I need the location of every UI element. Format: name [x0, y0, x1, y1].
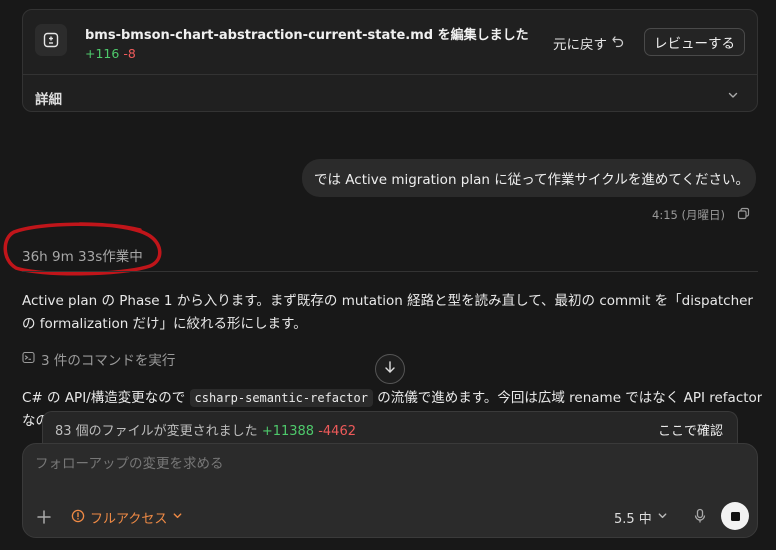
scroll-to-bottom-button[interactable]: [375, 354, 405, 384]
status-divider: [22, 271, 758, 272]
alert-circle-icon: [71, 509, 85, 527]
paragraph2-text-after: の流儀で進めます。今回は広域 rename ではなく API refactor: [372, 390, 762, 406]
undo-button[interactable]: 元に戻す: [553, 33, 625, 53]
changed-files-bar: 83 個のファイルが変更されました +11388 -4462 ここで確認: [42, 411, 738, 445]
edited-file-title[interactable]: bms-bmson-chart-abstraction-current-stat…: [85, 24, 529, 43]
details-toggle[interactable]: 詳細: [35, 88, 62, 108]
message-meta: 4:15 (月曜日): [652, 207, 750, 223]
access-mode-select[interactable]: フルアクセス: [71, 508, 183, 527]
terminal-icon: [22, 351, 35, 368]
chevron-down-icon: [657, 510, 668, 525]
working-status: 36h 9m 33s作業中: [22, 249, 143, 265]
total-deletions: -4462: [318, 424, 356, 439]
assistant-paragraph: Active plan の Phase 1 から入ります。まず既存の mutat…: [22, 293, 753, 332]
model-select[interactable]: 5.5 中: [614, 508, 668, 527]
edit-summary-header: bms-bmson-chart-abstraction-current-stat…: [23, 10, 757, 74]
card-divider: [23, 74, 757, 75]
changed-files-summary: 83 個のファイルが変更されました +11388 -4462: [55, 420, 356, 439]
model-label: 5.5 中: [614, 512, 652, 527]
edited-file-name: bms-bmson-chart-abstraction-current-stat…: [85, 28, 434, 43]
deletions-count: -8: [123, 46, 136, 61]
follow-up-input[interactable]: [35, 456, 735, 472]
diff-stat: +116 -8: [85, 46, 136, 61]
changed-files-count: 83 個のファイルが変更されました: [55, 424, 258, 439]
edit-action-suffix: を編集しました: [433, 28, 529, 43]
stop-icon: [730, 511, 740, 521]
access-mode-label: フルアクセス: [90, 512, 168, 527]
user-message-bubble: では Active migration plan に従って作業サイクルを進めてく…: [302, 159, 756, 197]
paragraph2-text: C# の API/構造変更なので: [22, 390, 190, 406]
commands-run-label: 3 件のコマンドを実行: [41, 353, 176, 369]
total-additions: +11388: [261, 424, 315, 439]
inline-code: csharp-semantic-refactor: [189, 389, 373, 407]
copy-icon[interactable]: [737, 207, 750, 223]
composer: フルアクセス 5.5 中: [22, 443, 758, 538]
undo-icon: [611, 34, 625, 52]
undo-label: 元に戻す: [553, 37, 607, 53]
arrow-down-icon: [383, 360, 397, 378]
mic-icon[interactable]: [693, 508, 707, 528]
file-diff-icon: [35, 24, 67, 56]
commands-run-toggle[interactable]: 3 件のコマンドを実行: [22, 349, 175, 369]
review-here-button[interactable]: ここで確認: [658, 420, 723, 439]
review-button[interactable]: レビューする: [644, 28, 745, 56]
plus-icon[interactable]: [36, 509, 52, 529]
chevron-down-icon: [172, 510, 183, 525]
additions-count: +116: [85, 46, 120, 61]
chevron-down-icon[interactable]: [727, 89, 739, 105]
message-timestamp: 4:15 (月曜日): [652, 208, 725, 222]
edit-summary-card: bms-bmson-chart-abstraction-current-stat…: [22, 9, 758, 112]
stop-button[interactable]: [721, 502, 749, 530]
